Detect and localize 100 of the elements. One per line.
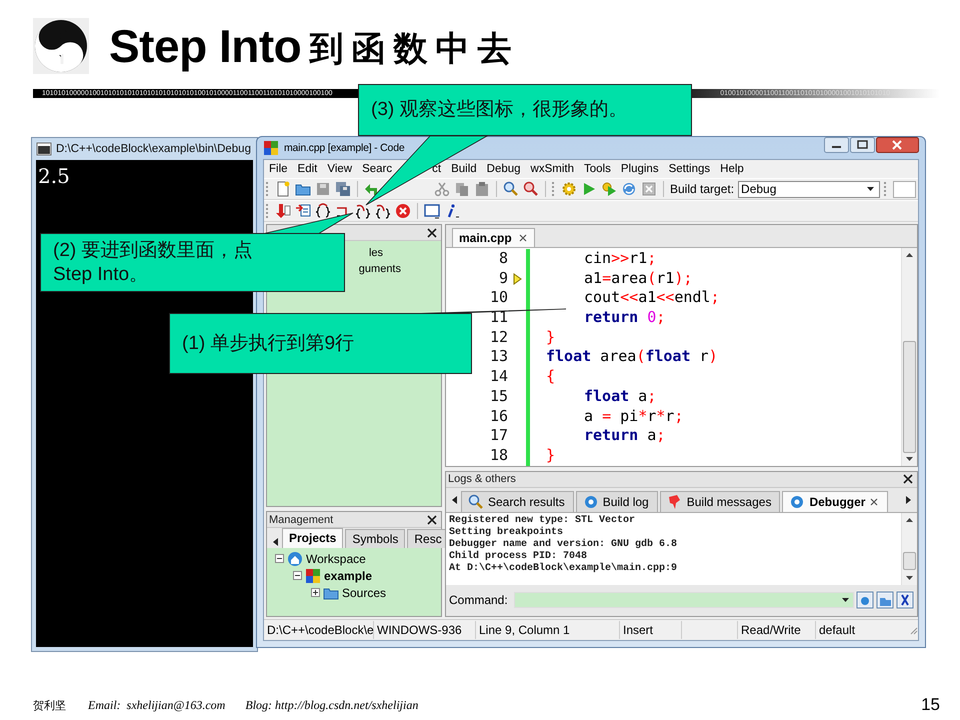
blog-text: Blog: http://blog.csdn.net/sxhelijian	[245, 698, 418, 712]
tree-item[interactable]: Sources	[342, 586, 386, 600]
send-button[interactable]	[856, 591, 874, 610]
line-number: 17	[488, 426, 508, 446]
disks-icon[interactable]	[335, 181, 351, 197]
left-arrow-icon[interactable]	[450, 494, 459, 506]
code-line: cout<<a1<<endl;	[583, 288, 720, 308]
code-line: return a;	[583, 426, 666, 446]
play-icon[interactable]	[581, 181, 597, 197]
close-button[interactable]	[876, 137, 919, 153]
clear-button[interactable]	[896, 591, 914, 610]
status-text: default	[818, 622, 856, 639]
collapse-icon[interactable]	[293, 571, 302, 580]
log-line: Child process PID: 7048	[449, 550, 588, 562]
close-icon[interactable]	[901, 472, 915, 486]
braces-arrow-icon[interactable]	[315, 203, 331, 219]
log-line: At D:\C++\codeBlock\example\main.cpp:9	[449, 562, 678, 575]
panel-title: Management	[269, 514, 334, 526]
line-number: 16	[488, 406, 508, 426]
braces-arrow-icon[interactable]	[355, 203, 371, 219]
tab[interactable]: Search results	[461, 490, 574, 512]
code-line: a = pi*r*r;	[583, 406, 684, 426]
tab[interactable]: Build messages	[660, 490, 780, 512]
tree-item[interactable]: les	[368, 247, 383, 259]
build-target-label: Build target:	[670, 182, 734, 196]
close-icon[interactable]	[518, 233, 528, 243]
menu-item[interactable]: Tools	[584, 163, 611, 175]
log-line: Debugger name and version: GNU gdb 6.8	[449, 538, 678, 550]
code-line: a1=area(r1);	[583, 268, 692, 288]
menu-item[interactable]: ct	[432, 163, 442, 175]
console-window-icon	[36, 141, 52, 157]
line-number: 13	[488, 347, 508, 368]
page-number: 15	[921, 695, 940, 715]
gear-play-icon[interactable]	[601, 181, 617, 197]
tab[interactable]: Debugger	[782, 490, 888, 512]
right-arrow-icon[interactable]	[904, 494, 913, 506]
tree-item[interactable]: example	[324, 568, 372, 582]
close-icon[interactable]	[425, 226, 439, 240]
circular-arrows-icon[interactable]	[621, 181, 637, 197]
tab[interactable]: Symbols	[345, 529, 406, 548]
menu-item[interactable]: Debug	[486, 163, 521, 175]
workspace-icon	[287, 550, 303, 566]
slide-title-cjk: 到函数中去	[309, 28, 520, 71]
gear-icon[interactable]	[561, 181, 577, 197]
close-icon[interactable]	[425, 512, 439, 526]
colored-squares-icon	[305, 568, 321, 584]
ring-icon	[582, 494, 599, 510]
replace-magnifier-icon[interactable]	[523, 181, 539, 197]
clipboard-icon[interactable]	[474, 181, 490, 197]
toolbar-field[interactable]	[893, 180, 916, 198]
code-line: float area(float r)	[545, 347, 718, 368]
maximize-button[interactable]	[850, 137, 875, 153]
log-line: Registered new type: STL Vector	[449, 514, 636, 526]
scrollbar[interactable]	[901, 512, 917, 585]
menu-item[interactable]: wxSmith	[530, 163, 574, 175]
scrollbar[interactable]	[901, 248, 917, 466]
menu-item[interactable]: Settings	[668, 163, 710, 175]
search-icon	[468, 494, 484, 510]
up-arrow-icon	[905, 251, 914, 259]
window-icon[interactable]	[424, 203, 440, 219]
command-field[interactable]	[514, 592, 854, 608]
minimize-button[interactable]	[824, 137, 849, 153]
pushpin-icon	[666, 494, 683, 510]
close-icon[interactable]	[869, 496, 880, 507]
menu-item[interactable]: Edit	[298, 163, 318, 175]
expand-icon[interactable]	[311, 588, 320, 597]
status-text: Insert	[620, 621, 682, 639]
up-arrow-icon	[905, 516, 914, 524]
abort-icon[interactable]	[641, 181, 657, 197]
menu-item[interactable]: View	[327, 163, 352, 175]
resize-grip-icon	[908, 625, 918, 635]
author-name: 贺利坚	[33, 698, 66, 712]
left-arrow-icon[interactable]	[271, 536, 280, 548]
line-number: 8	[498, 249, 508, 269]
down-arrow-icon	[905, 454, 914, 463]
window-title: D:\C++\codeBlock\example\bin\Debug	[56, 143, 251, 155]
scrollbar-thumb[interactable]	[903, 552, 916, 570]
tab[interactable]: Build log	[576, 490, 658, 512]
menu-item[interactable]: Plugins	[620, 163, 659, 175]
copy-icon[interactable]	[454, 181, 470, 197]
tab-label: main.cpp	[459, 231, 512, 245]
search-icon[interactable]	[503, 181, 519, 197]
menu-item[interactable]: File	[269, 163, 288, 175]
menu-item[interactable]: Build	[451, 163, 477, 175]
new-file-icon[interactable]	[275, 181, 291, 197]
tab[interactable]: Projects	[282, 528, 344, 548]
tree-item[interactable]: guments	[358, 263, 401, 275]
caret-icon	[841, 596, 850, 604]
collapse-icon[interactable]	[275, 554, 284, 563]
menu-item[interactable]: Help	[720, 163, 744, 175]
file-tab[interactable]: main.cpp	[452, 228, 535, 247]
menu-item[interactable]: Searc	[362, 163, 392, 175]
tree-item[interactable]: Workspace	[306, 552, 366, 566]
console-output: 2.5	[38, 164, 70, 188]
build-target-dropdown[interactable]: Debug	[738, 180, 880, 198]
braces-arrow-icon[interactable]	[375, 203, 391, 219]
down-arrow-document-icon[interactable]	[275, 203, 291, 219]
cursor-arrow-icon[interactable]	[295, 203, 311, 219]
scrollbar-thumb[interactable]	[903, 340, 916, 453]
stop-icon[interactable]	[395, 203, 411, 219]
